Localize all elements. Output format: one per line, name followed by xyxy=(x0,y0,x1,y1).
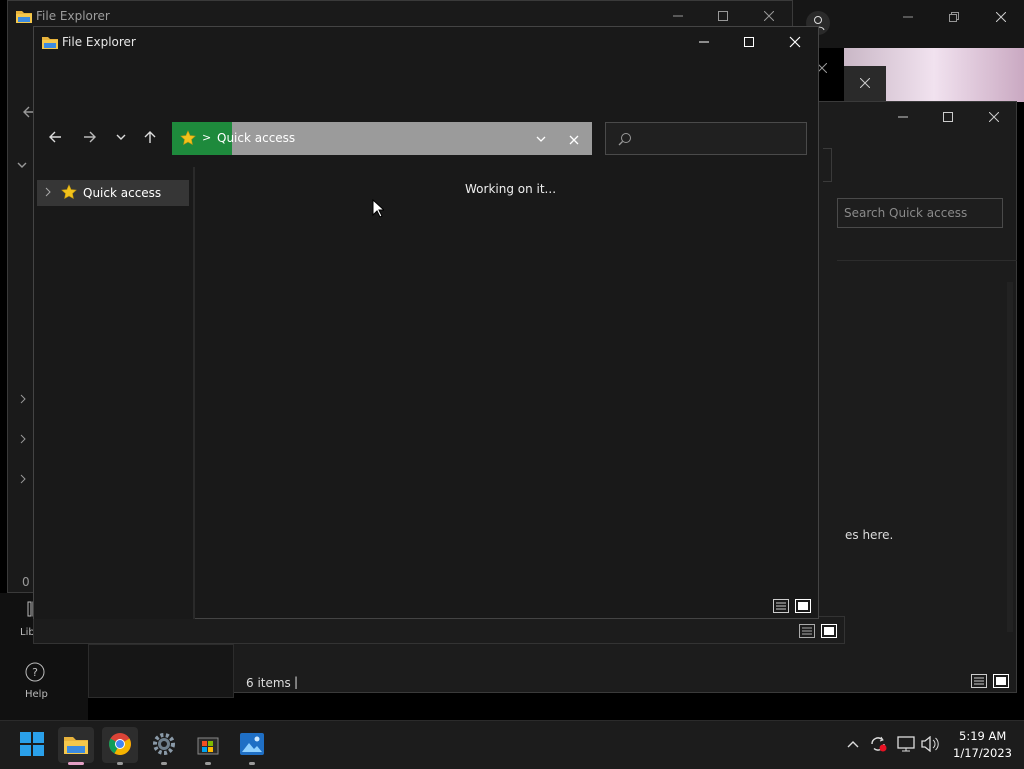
svg-text:?: ? xyxy=(32,666,38,679)
running-indicator xyxy=(161,762,167,765)
clock-time[interactable]: 5:19 AM xyxy=(959,729,1006,743)
address-bar[interactable] xyxy=(823,148,832,182)
maximize-button[interactable] xyxy=(925,102,971,132)
maximize-button[interactable] xyxy=(726,27,772,57)
pane-splitter[interactable] xyxy=(193,167,195,619)
close-button[interactable] xyxy=(772,27,818,57)
running-indicator xyxy=(205,762,211,765)
address-dropdown-icon[interactable] xyxy=(535,133,547,148)
background-panel xyxy=(88,644,234,698)
chrome-icon xyxy=(108,732,132,759)
chevron-right-icon[interactable] xyxy=(43,186,53,201)
status-separator: | xyxy=(294,675,299,689)
clock-date[interactable]: 1/17/2023 xyxy=(953,746,1012,760)
folder-icon xyxy=(16,9,32,26)
breadcrumb-quick-access[interactable]: Quick access xyxy=(217,131,295,145)
chevron-right-icon[interactable] xyxy=(18,393,28,408)
chevron-down-icon[interactable] xyxy=(16,159,28,174)
address-bar[interactable]: > Quick access xyxy=(172,122,592,155)
star-icon xyxy=(180,130,196,149)
active-indicator xyxy=(68,762,84,765)
details-view-icon[interactable] xyxy=(773,599,789,616)
stop-loading-icon[interactable] xyxy=(569,134,579,148)
recent-locations-button[interactable] xyxy=(107,124,135,152)
loading-message: Working on it... xyxy=(465,182,557,196)
forward-arrow-icon xyxy=(83,130,97,147)
settings-icon xyxy=(152,732,176,759)
running-indicator xyxy=(249,762,255,765)
large-icons-view-icon[interactable] xyxy=(795,599,811,616)
status-bar-text: 6 items xyxy=(246,676,291,690)
up-button[interactable] xyxy=(136,124,164,152)
restore-button[interactable] xyxy=(931,2,977,32)
breadcrumb-separator[interactable]: > xyxy=(202,131,211,144)
taskbar-store[interactable] xyxy=(190,727,226,765)
empty-folder-text: es here. xyxy=(845,528,894,542)
close-icon[interactable] xyxy=(859,77,871,91)
taskbar: 5:19 AM 1/17/2023 xyxy=(0,720,1024,769)
network-icon[interactable] xyxy=(897,736,915,755)
search-icon xyxy=(618,132,632,149)
chevron-up-icon[interactable] xyxy=(846,738,860,752)
close-button[interactable] xyxy=(978,2,1024,32)
details-view-icon[interactable] xyxy=(971,674,987,691)
large-icons-view-icon[interactable] xyxy=(821,624,837,641)
taskbar-settings[interactable] xyxy=(146,727,182,765)
background-tab xyxy=(844,66,886,102)
minimize-button[interactable] xyxy=(880,102,926,132)
search-placeholder: Search Quick access xyxy=(844,206,968,220)
taskbar-chrome[interactable] xyxy=(102,727,138,765)
file-explorer-icon xyxy=(64,734,88,757)
back-arrow-icon xyxy=(48,130,62,147)
star-icon xyxy=(61,183,77,203)
divider xyxy=(837,260,1017,261)
sync-icon[interactable] xyxy=(869,735,889,756)
taskbar-photos[interactable] xyxy=(234,727,270,765)
large-icons-view-icon[interactable] xyxy=(993,674,1009,691)
scrollbar-track[interactable] xyxy=(1007,282,1013,632)
tree-item-label: Quick access xyxy=(83,186,162,200)
folder-icon xyxy=(42,35,58,52)
chevron-down-icon xyxy=(115,131,127,146)
back-button[interactable] xyxy=(41,124,69,152)
chevron-right-icon[interactable] xyxy=(18,433,28,448)
forward-button[interactable] xyxy=(76,124,104,152)
help-icon[interactable]: ? xyxy=(25,662,45,685)
file-explorer-window[interactable]: File Explorer > Quick access Quick acces… xyxy=(33,26,819,619)
start-icon xyxy=(20,731,44,759)
mouse-cursor-icon xyxy=(372,198,386,221)
close-button[interactable] xyxy=(971,102,1017,132)
window-title: File Explorer xyxy=(62,35,136,49)
tree-item-quick-access[interactable]: Quick access xyxy=(37,180,189,206)
store-icon xyxy=(197,733,219,758)
search-input[interactable]: Search Quick access xyxy=(837,198,1003,228)
photos-icon xyxy=(240,732,264,758)
running-indicator xyxy=(117,762,123,765)
search-input[interactable] xyxy=(605,122,807,155)
minimize-button[interactable] xyxy=(681,27,727,57)
minimize-button[interactable] xyxy=(885,2,931,32)
taskbar-file-explorer[interactable] xyxy=(58,727,94,765)
window-title: File Explorer xyxy=(36,9,110,23)
start-button[interactable] xyxy=(14,727,50,763)
volume-icon[interactable] xyxy=(921,735,939,755)
background-window-top-right xyxy=(793,0,1024,48)
details-view-icon[interactable] xyxy=(799,624,815,641)
navigation-pane xyxy=(34,167,193,619)
chevron-right-icon[interactable] xyxy=(18,473,28,488)
help-label[interactable]: Help xyxy=(25,689,48,700)
background-window-middle xyxy=(33,616,845,644)
up-arrow-icon xyxy=(143,130,157,147)
